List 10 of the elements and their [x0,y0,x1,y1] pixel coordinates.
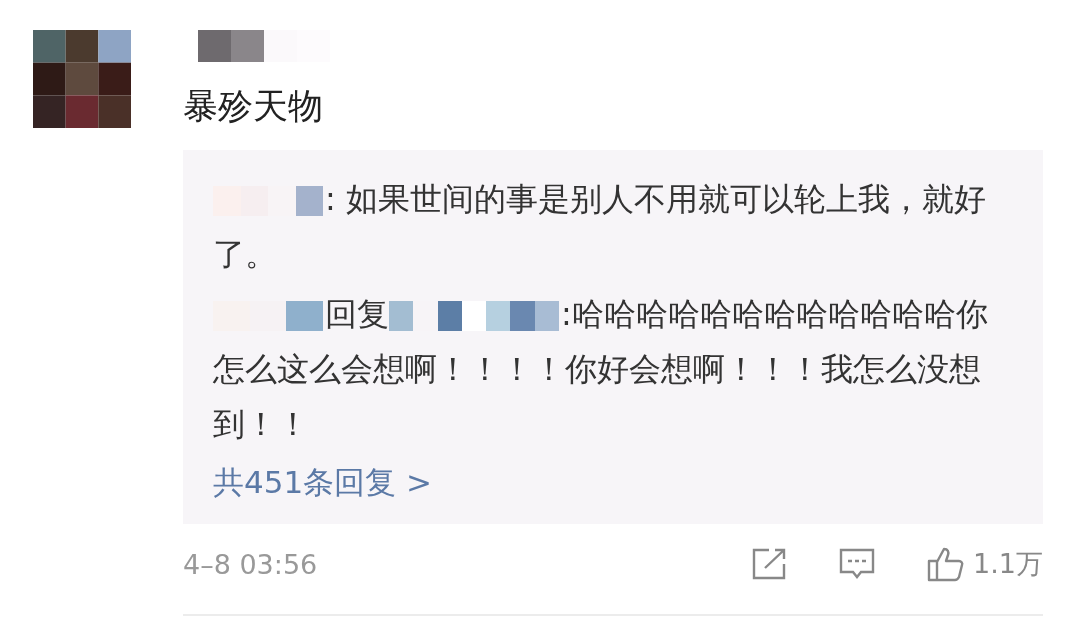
like-button[interactable]: 1.1万 [927,546,1043,582]
reply-text: 回复 :哈哈哈哈哈哈哈哈哈哈哈哈你怎么这么会想啊！！！！你好会想啊！！！我怎么没想到！！ [213,294,989,445]
reply-text: : 如果世间的事是别人不用就可以轮上我，就好了。 [213,179,987,275]
avatar-mosaic-icon [33,30,131,128]
share-icon[interactable] [751,547,788,581]
thumbs-up-icon [927,546,966,582]
timestamp: 4–8 03:56 [183,548,318,580]
more-replies-link[interactable]: 共451条回复 > [213,460,1003,504]
comment-icon[interactable] [839,547,876,581]
comment-text: 暴殄天物 [183,85,324,128]
